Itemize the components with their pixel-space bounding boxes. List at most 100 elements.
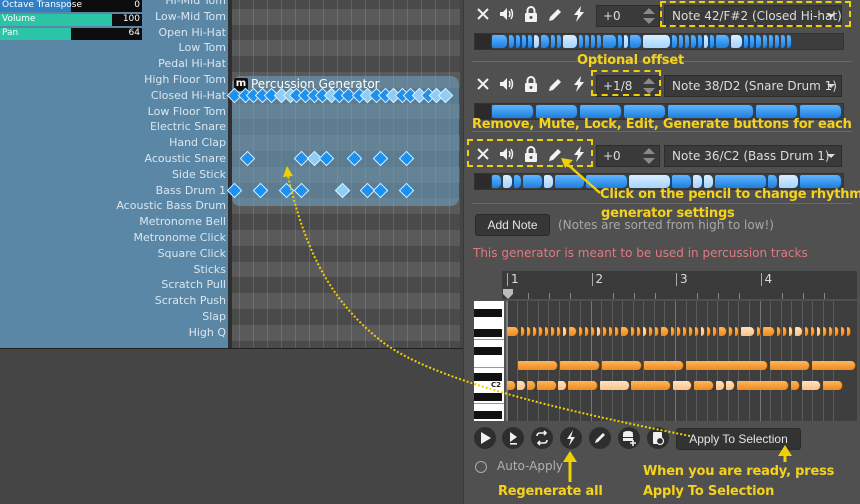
preview-note [677,327,681,336]
drum-hit[interactable] [319,150,335,167]
rhythm-pattern-strip[interactable] [474,33,844,50]
app-window: Octave Transpose 0 Volume 100 Pan 64 Hi-… [0,0,860,504]
black-key [474,411,502,419]
generator-row: +1/8 Note 38/D2 (Snare Drum 1) [464,73,860,123]
percussion-generator-clip[interactable]: m Percussion Generator [226,76,459,206]
beat-tick [612,293,614,299]
beat-tick [570,293,572,299]
black-key [474,393,502,401]
offset-spinbox[interactable]: +0 [596,145,660,167]
pattern-block [557,35,562,48]
row-separator [472,61,852,62]
timeline-ruler[interactable]: 1 2 3 4 [502,271,857,299]
offset-spinbox[interactable]: +0 [596,5,660,27]
lock-button[interactable] [520,143,542,165]
grid-line [506,301,507,421]
drum-key-label: Metronome Click [133,231,226,244]
preview-note [527,327,531,336]
pattern-block [624,35,629,48]
generator-row: +0 Note 36/C2 (Bass Drum 1) [464,143,860,193]
add-to-library-button[interactable] [618,427,640,449]
drum-hit[interactable] [372,150,389,167]
preview-note [729,327,733,336]
pattern-handle [475,104,491,119]
spin-arrows[interactable] [643,148,655,164]
pattern-block [672,175,692,188]
preview-note [726,381,735,390]
drum-hit[interactable] [372,182,389,198]
drum-hit[interactable] [239,150,256,167]
rhythm-pattern-strip[interactable] [474,103,844,120]
piano-keyboard: C2 [474,301,504,421]
pattern-block [744,35,749,48]
drum-hit[interactable] [437,87,453,103]
drum-hit[interactable] [398,182,415,198]
lock-button[interactable] [520,73,542,95]
preview-note [600,381,630,390]
note-select[interactable]: Note 42/F#2 (Closed Hi-hat) [664,5,842,27]
history-button[interactable] [647,427,669,449]
offset-spinbox[interactable]: +1/8 [596,75,660,97]
apply-to-selection-button[interactable]: Apply To Selection [676,428,801,450]
drum-hit[interactable] [398,150,415,167]
generate-button[interactable] [568,143,590,165]
pattern-block [715,175,767,188]
preview-note [517,381,526,390]
remove-button[interactable] [472,73,494,95]
drum-hit[interactable] [278,182,294,198]
pattern-block [523,175,543,188]
drum-hit[interactable] [252,182,269,198]
pattern-blocks [492,35,842,48]
note-select[interactable]: Note 36/C2 (Bass Drum 1) [664,145,842,167]
mute-button[interactable] [496,143,518,165]
pattern-block [769,35,774,48]
generate-button[interactable] [568,73,590,95]
mute-button[interactable] [496,73,518,95]
spin-arrows[interactable] [643,78,655,94]
regenerate-all-button[interactable] [560,427,582,449]
pattern-block [781,35,786,48]
edit-button[interactable] [589,427,611,449]
loop-button[interactable] [531,427,553,449]
lock-icon [525,146,537,162]
edit-button[interactable] [544,3,566,25]
drum-key-label: Metronome Bell [139,215,226,229]
mute-button[interactable] [496,3,518,25]
pattern-block [522,35,527,48]
preview-note [841,327,845,336]
pattern-block [516,35,521,48]
lock-icon [525,6,537,22]
drum-key-label: Bass Drum 1 [155,183,226,197]
drum-hit[interactable] [347,150,363,167]
drum-hit[interactable] [293,182,309,198]
preview-note [661,327,669,336]
auto-apply-radio[interactable] [475,461,487,473]
generate-button[interactable] [568,3,590,25]
preview-note [686,361,768,370]
rhythm-pattern-strip[interactable] [474,173,844,190]
play-selection-button[interactable] [502,427,524,449]
pattern-block [763,35,768,48]
drum-hit[interactable] [334,182,350,198]
key-separator [474,339,504,340]
c2-key-label: C2 [491,381,502,389]
drum-key-label: Hi-Mid Tom [165,0,226,7]
drum-key-label: Low Tom [178,41,226,55]
lock-button[interactable] [520,3,542,25]
preview-note [791,381,800,390]
preview-note [783,327,787,336]
piano-roll-preview[interactable]: 1 2 3 4 C2 [474,271,859,421]
edit-button[interactable] [544,73,566,95]
black-key [474,373,502,381]
note-select[interactable]: Note 38/D2 (Snare Drum 1) [664,75,842,97]
pattern-block [698,35,703,48]
remove-button[interactable] [472,3,494,25]
edit-button[interactable] [544,143,566,165]
remove-button[interactable] [472,143,494,165]
preview-note [591,327,595,336]
add-note-button[interactable]: Add Note [475,214,550,236]
offset-value: +1/8 [603,79,633,93]
play-button[interactable] [474,427,496,449]
spin-arrows[interactable] [643,8,655,24]
lightning-icon [567,430,575,446]
